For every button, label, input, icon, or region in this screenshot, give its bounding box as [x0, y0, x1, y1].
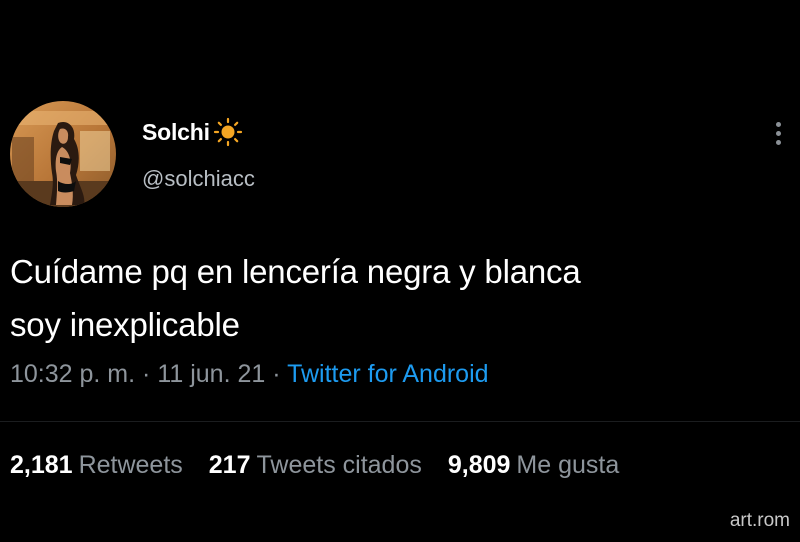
more-options-icon[interactable]: [766, 118, 790, 148]
retweets-label: Retweets: [78, 451, 183, 479]
sun-icon: [213, 117, 242, 147]
likes-count: 9,809: [447, 451, 511, 479]
author-handle[interactable]: @solchiacc: [142, 166, 255, 192]
author-name-row[interactable]: Solchi: [142, 116, 243, 148]
retweets-count: 2,181: [10, 451, 73, 479]
meta-separator: ·: [272, 360, 288, 388]
quotes-count: 217: [208, 451, 251, 479]
meta-separator: ·: [142, 360, 158, 388]
tweet-text-line: Cuídame pq en lencería negra y blanca: [10, 253, 581, 290]
quotes-label: Tweets citados: [256, 451, 422, 479]
likes-stat[interactable]: 9,809 Me gusta: [448, 451, 619, 480]
tweet-source-link[interactable]: Twitter for Android: [287, 360, 488, 388]
tweet-text-line: soy inexplicable: [10, 306, 240, 343]
avatar-photo: [10, 101, 116, 207]
tweet-stats: 2,181 Retweets 217 Tweets citados 9,809 Me …: [10, 451, 645, 480]
likes-label: Me gusta: [516, 451, 620, 479]
watermark: art.rom: [729, 510, 790, 531]
tweet-text: Cuídame pq en lencería negra y blanca so…: [10, 245, 770, 351]
tweet-meta: 10:32 p. m. · 11 jun. 21 · Twitter for A…: [10, 360, 489, 389]
author-display-name[interactable]: Solchi: [142, 119, 210, 146]
quotes-stat[interactable]: 217 Tweets citados: [209, 451, 422, 480]
avatar[interactable]: [10, 101, 116, 207]
retweets-stat[interactable]: 2,181 Retweets: [10, 451, 183, 480]
tweet-date[interactable]: 11 jun. 21: [157, 360, 265, 388]
tweet-time[interactable]: 10:32 p. m.: [10, 360, 135, 388]
divider: [0, 421, 800, 422]
